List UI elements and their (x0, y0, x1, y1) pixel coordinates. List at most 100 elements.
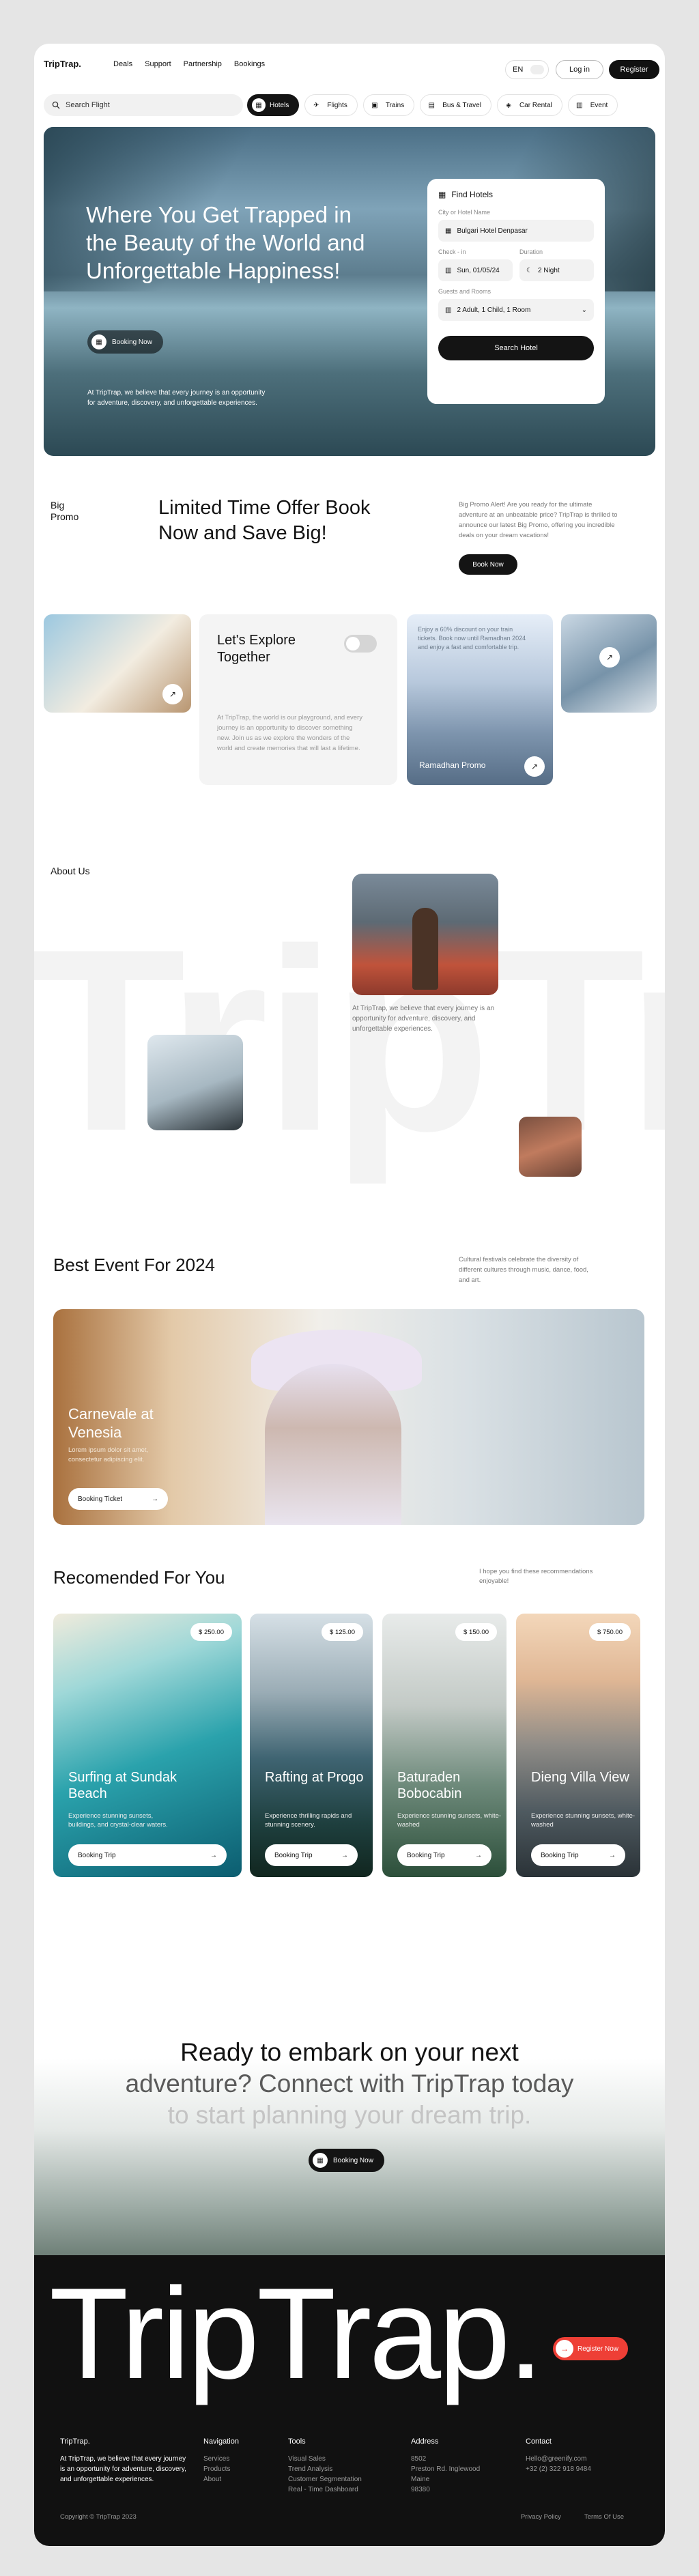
arrow-right-icon: → (609, 1851, 616, 1859)
promo-card-wing[interactable]: ↗ (561, 614, 657, 713)
tab-event[interactable]: ▥ Event (567, 94, 618, 116)
address-line: 8502 (411, 2455, 427, 2463)
booking-ticket-button[interactable]: Booking Ticket → (68, 1488, 168, 1510)
footer-link-dashboard[interactable]: Real - Time Dashboard (288, 2485, 362, 2495)
tab-trains[interactable]: ▣ Trains (362, 94, 415, 116)
footer-tools: Tools Visual Sales Trend Analysis Custom… (288, 2437, 362, 2495)
duration-group: Duration ☾ 2 Night (519, 242, 594, 281)
copyright: Copyright © TripTrap 2023 (60, 2513, 137, 2521)
button-label: Booking Trip (541, 1851, 579, 1859)
search-hotel-button[interactable]: Search Hotel (438, 336, 594, 360)
cta-line-1: Ready to embark on your next (180, 2038, 519, 2066)
promo-card-travelers[interactable]: ↗ (44, 614, 191, 713)
duration-field[interactable]: ☾ 2 Night (519, 259, 594, 281)
booking-trip-button[interactable]: Booking Trip → (68, 1844, 227, 1866)
cta-line-3: to start planning your dream trip. (167, 2101, 532, 2129)
explore-description: At TripTrap, the world is our playground… (217, 714, 362, 752)
event-image-person (265, 1364, 401, 1525)
search-icon (52, 101, 60, 109)
footer-link-products[interactable]: Products (203, 2464, 239, 2474)
footer-brand: TripTrap. At TripTrap, we believe that e… (60, 2437, 190, 2485)
guests-select[interactable]: ▥ 2 Adult, 1 Child, 1 Room ⌄ (438, 299, 594, 321)
language-label: EN (513, 66, 524, 74)
city-field[interactable]: ▦ Bulgari Hotel Denpasar (438, 220, 594, 242)
form-title: ▦ Find Hotels (438, 190, 594, 199)
recommend-card[interactable]: $ 125.00 Rafting at Progo Experience thr… (250, 1614, 373, 1877)
footer-brand-name: TripTrap. (60, 2437, 90, 2446)
recommend-card[interactable]: $ 150.00 Baturaden Bobocabin Experience … (382, 1614, 507, 1877)
nav-link-bookings[interactable]: Bookings (234, 60, 265, 68)
booking-trip-button[interactable]: Booking Trip → (397, 1844, 491, 1866)
toggle-switch (530, 65, 544, 74)
checkin-field[interactable]: ▥ Sun, 01/05/24 (438, 259, 513, 281)
arrow-right-icon: → (210, 1851, 217, 1859)
tab-flights[interactable]: ✈ Flights (304, 94, 358, 116)
checkin-group: Check - in ▥ Sun, 01/05/24 (438, 242, 513, 281)
hotel-icon: ▦ (438, 190, 446, 199)
footer-link-about[interactable]: About (203, 2474, 239, 2485)
contact-phone[interactable]: +32 (2) 322 918 9484 (526, 2464, 591, 2474)
footer-col-title: Tools (288, 2437, 306, 2446)
arrow-right-icon: → (152, 1495, 158, 1503)
tab-label: Hotels (270, 101, 289, 109)
nav-link-support[interactable]: Support (145, 60, 171, 68)
button-label: Booking Trip (78, 1851, 116, 1859)
cta-section: Ready to embark on your next adventure? … (34, 1928, 665, 2255)
footer-navigation: Navigation Services Products About (203, 2437, 239, 2485)
event-description: Lorem ipsum dolor sit amet, consectetur … (68, 1446, 149, 1463)
recommend-card[interactable]: $ 750.00 Dieng Villa View Experience stu… (516, 1614, 640, 1877)
toggle-switch[interactable] (344, 635, 377, 653)
nav-link-deals[interactable]: Deals (113, 60, 132, 68)
footer-big-logo: TripTrap. (49, 2261, 544, 2406)
section-label-about: About Us (51, 865, 90, 876)
arrow-up-right-icon[interactable]: ↗ (599, 647, 620, 668)
arrow-right-icon: → (556, 2340, 573, 2358)
footer-link-visual-sales[interactable]: Visual Sales (288, 2454, 362, 2464)
terms-of-use-link[interactable]: Terms Of Use (584, 2513, 624, 2521)
ramadhan-title: Ramadhan Promo (419, 760, 486, 770)
recommend-title: Dieng Villa View (531, 1770, 629, 1785)
language-toggle[interactable]: EN (505, 60, 549, 79)
arrow-right-icon: → (475, 1851, 482, 1859)
promo-card-ramadhan[interactable]: Enjoy a 60% discount on your train ticke… (407, 614, 553, 785)
arrow-up-right-icon[interactable]: ↗ (524, 756, 545, 777)
button-label: Booking Trip (274, 1851, 313, 1859)
contact-email[interactable]: Hello@greenify.com (526, 2454, 591, 2464)
explore-title: Let's Explore Together (217, 633, 296, 665)
logo[interactable]: TripTrap. (44, 59, 81, 69)
tab-bus-travel[interactable]: ▤ Bus & Travel (420, 94, 491, 116)
booking-trip-button[interactable]: Booking Trip → (531, 1844, 625, 1866)
cta-booking-button[interactable]: ▦ Booking Now (309, 2149, 384, 2172)
tab-label: Event (590, 101, 608, 109)
tab-label: Trains (385, 101, 405, 109)
tab-car-rental[interactable]: ◈ Car Rental (496, 94, 562, 116)
footer-link-customer-segmentation[interactable]: Customer Segmentation (288, 2474, 362, 2485)
calendar-icon: ▥ (576, 101, 583, 109)
tab-label: Bus & Travel (442, 101, 481, 109)
nav-link-partnership[interactable]: Partnership (184, 60, 222, 68)
book-now-button[interactable]: Book Now (459, 554, 517, 575)
hero-description: At TripTrap, we believe that every journ… (87, 389, 266, 407)
footer-legal-links: Privacy Policy Terms Of Use (521, 2513, 624, 2521)
hero-booking-button[interactable]: ▦ Booking Now (87, 330, 163, 354)
register-now-button[interactable]: → Register Now (553, 2337, 629, 2360)
privacy-policy-link[interactable]: Privacy Policy (521, 2513, 561, 2521)
page: TripTrap. Deals Support Partnership Book… (34, 44, 665, 2546)
price-badge: $ 150.00 (455, 1623, 497, 1641)
recommend-description: Experience stunning sunsets, white-washe… (531, 1812, 636, 1829)
car-icon: ◈ (506, 101, 511, 109)
price-badge: $ 125.00 (322, 1623, 363, 1641)
search-input[interactable]: Search Flight (44, 94, 243, 116)
booking-trip-button[interactable]: Booking Trip → (265, 1844, 358, 1866)
arrow-up-right-icon[interactable]: ↗ (162, 684, 183, 704)
recommend-title: Surfing at Sundak Beach (68, 1770, 177, 1801)
register-button[interactable]: Register (609, 60, 659, 79)
footer-link-trend-analysis[interactable]: Trend Analysis (288, 2464, 362, 2474)
footer-link-services[interactable]: Services (203, 2454, 239, 2464)
login-button[interactable]: Log in (556, 60, 603, 79)
about-image-city (352, 874, 498, 995)
recommend-card[interactable]: $ 250.00 Surfing at Sundak Beach Experie… (53, 1614, 242, 1877)
recommend-description: Experience thrilling rapids and stunning… (265, 1812, 352, 1829)
checkin-label: Check - in (438, 248, 466, 255)
tab-hotels[interactable]: ▦ Hotels (247, 94, 300, 116)
